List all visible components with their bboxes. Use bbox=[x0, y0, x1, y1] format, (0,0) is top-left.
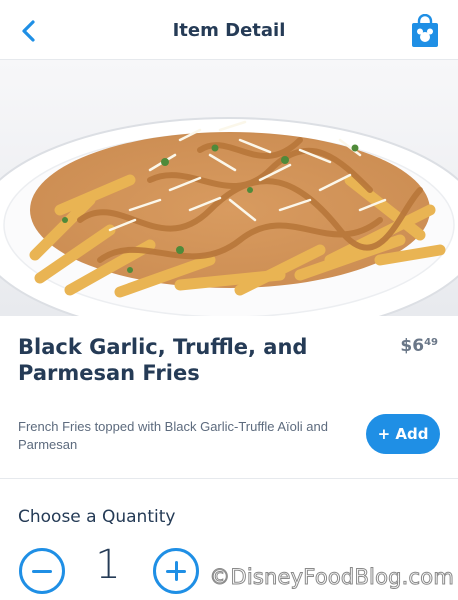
item-photo bbox=[0, 60, 458, 316]
nav-bar: Item Detail bbox=[0, 0, 458, 60]
item-description: French Fries topped with Black Garlic-Tr… bbox=[18, 419, 328, 452]
price-cents: 49 bbox=[424, 337, 438, 348]
page-title: Item Detail bbox=[172, 20, 286, 41]
decrease-quantity-button[interactable] bbox=[19, 548, 65, 594]
divider bbox=[0, 478, 458, 479]
quantity-value: 1 bbox=[95, 542, 121, 588]
add-button[interactable]: + Add bbox=[366, 414, 440, 454]
item-title: Black Garlic, Truffle, and Parmesan Frie… bbox=[18, 335, 308, 385]
price-dollars: $6 bbox=[400, 336, 425, 356]
shopping-bag-mickey-icon[interactable] bbox=[410, 14, 440, 48]
item-price: $649 bbox=[400, 336, 438, 356]
increase-quantity-button[interactable] bbox=[153, 548, 199, 594]
watermark: ©DisneyFoodBlog.com bbox=[209, 565, 455, 590]
quantity-label: Choose a Quantity bbox=[18, 507, 176, 527]
